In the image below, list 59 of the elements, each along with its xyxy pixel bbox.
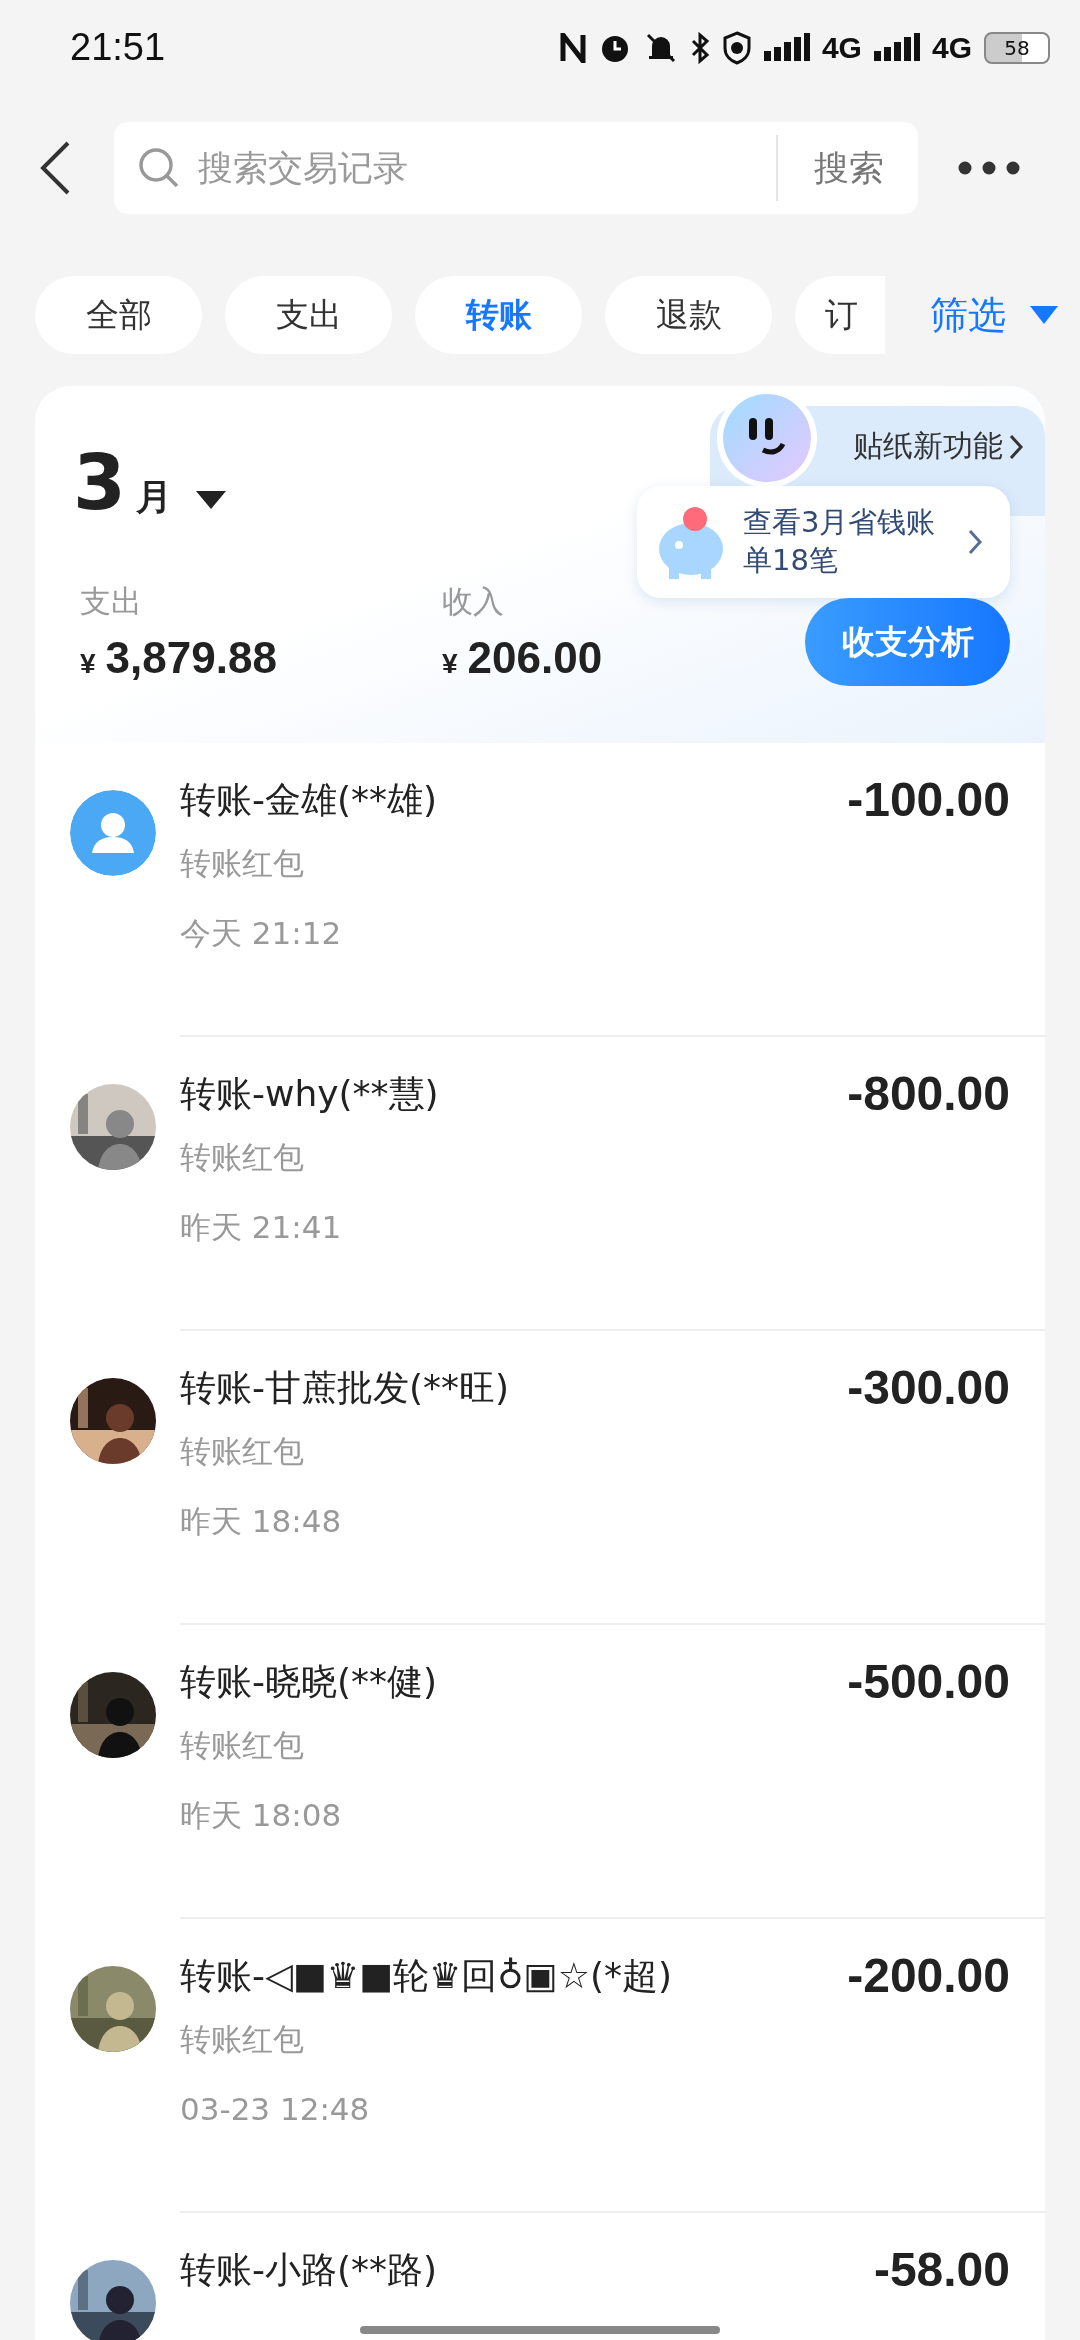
dropdown-icon [195,491,226,509]
search-icon [138,147,180,189]
chevron-icon [1009,433,1023,460]
expense-label: 支出 [80,582,143,621]
shield-icon [721,30,752,65]
transaction-time: 昨天 18:08 [180,1796,343,1835]
clock: 21:51 [70,26,167,69]
bluetooth-icon [689,31,710,64]
person-avatar-icon [70,790,156,876]
transaction-title: 转账-甘蔗批发(**旺) [180,1366,511,1410]
month-picker[interactable]: 3 月 [73,438,226,527]
transaction-title: 转账-小路(**路) [180,2248,439,2292]
sticker-link[interactable]: 贴纸新功能 [853,426,1023,467]
transaction-type: 转账红包 [180,1432,305,1471]
transaction-type: 转账红包 [180,2020,305,2059]
network-type: 4G [821,30,862,65]
transaction-row[interactable]: 转账-why(**慧) 转账红包 昨天 21:41 -800.00 [35,1037,1045,1331]
transaction-time: 昨天 21:41 [180,1208,343,1247]
savings-tip[interactable]: 查看3月省钱账单18笔 [637,486,1010,598]
network-type: 4G [931,30,972,65]
transaction-row[interactable]: 转账-◁■♛■轮♛回♁▣☆(*超) 转账红包 03-23 12:48 -200.00 [35,1919,1045,2213]
transaction-amount: -100.00 [847,773,1010,828]
transaction-row[interactable]: 转账-晓晓(**健) 转账红包 昨天 18:08 -500.00 [35,1625,1045,1919]
more-icon[interactable] [958,161,1020,175]
transaction-title: 转账-◁■♛■轮♛回♁▣☆(*超) [180,1954,673,1998]
transaction-amount: -200.00 [847,1949,1010,2004]
filter-tab[interactable]: 全部 [35,276,202,354]
transaction-amount: -58.00 [873,2243,1010,2298]
transaction-title: 转账-金雄(**雄) [180,778,439,822]
filter-tab[interactable]: 支出 [225,276,392,354]
income-label: 收入 [442,582,505,621]
transaction-type: 转账红包 [180,1138,305,1177]
dropdown-icon [1030,306,1058,324]
filter-tab[interactable]: 转账 [415,276,582,354]
back-icon[interactable] [38,140,72,196]
transaction-title: 转账-晓晓(**健) [180,1660,439,1704]
income-amount: ¥ 206.00 [442,633,604,683]
expense-amount: ¥ 3,879.88 [80,633,278,683]
transaction-row[interactable]: 转账-甘蔗批发(**旺) 转账红包 昨天 18:48 -300.00 [35,1331,1045,1625]
signal-icon [873,32,920,63]
transaction-amount: -500.00 [847,1655,1010,1710]
chevron-icon [968,529,982,555]
transaction-time: 03-23 12:48 [180,2090,371,2129]
signal-icon [763,32,810,63]
search-button[interactable]: 搜索 [776,135,918,201]
nfc-icon [559,32,586,63]
transaction-time: 昨天 18:48 [180,1502,343,1541]
transaction-type: 转账红包 [180,844,305,883]
filter-tab[interactable]: 订 [795,276,885,354]
filter-tab[interactable]: 退款 [605,276,772,354]
search-field[interactable]: 搜索交易记录 搜索 [114,122,918,214]
transaction-type: 转账红包 [180,1726,305,1765]
transaction-amount: -300.00 [847,1361,1010,1416]
transaction-amount: -800.00 [847,1067,1010,1122]
transaction-time: 今天 21:12 [180,914,343,953]
battery-level: 58 [984,31,1050,64]
analysis-button[interactable]: 收支分析 [805,598,1010,686]
transaction-row[interactable]: 转账-金雄(**雄) 转账红包 今天 21:12 -100.00 [35,743,1045,1037]
transaction-title: 转账-why(**慧) [180,1072,440,1116]
